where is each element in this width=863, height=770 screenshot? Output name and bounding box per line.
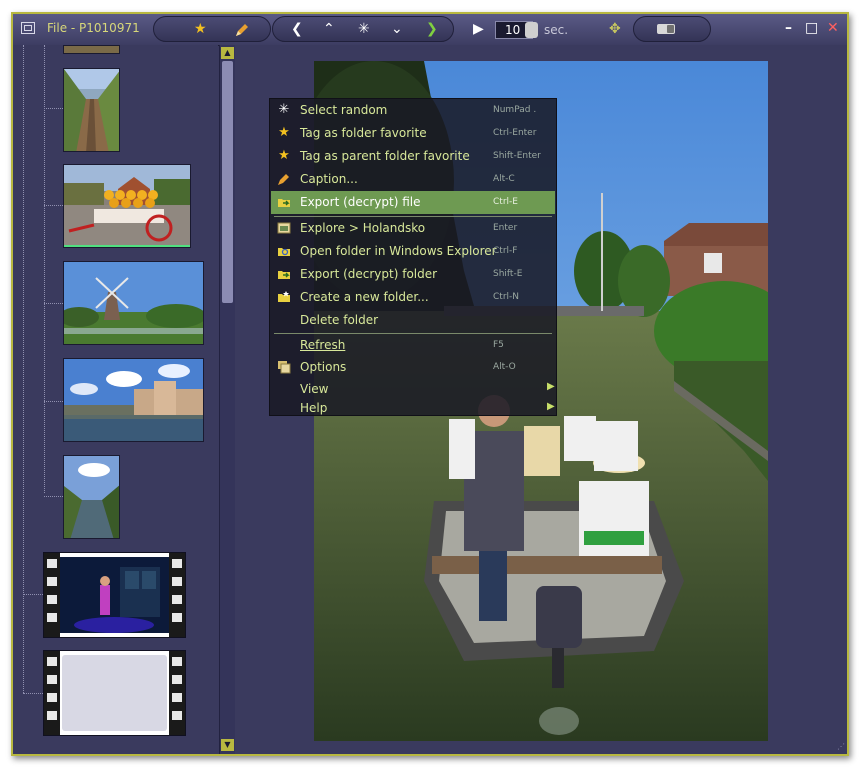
menu-item-label: Caption... — [300, 172, 358, 186]
menu-item-shortcut: Shift-E — [493, 269, 523, 279]
thumbnail-panel[interactable] — [13, 45, 218, 754]
close-button[interactable]: ✕ — [827, 20, 839, 36]
chevron-up-icon[interactable]: ⌃ — [323, 22, 335, 36]
menu-item-label: Create a new folder... — [300, 290, 429, 304]
play-icon[interactable]: ▶ — [473, 22, 484, 36]
menu-item-label: Open folder in Windows Explorer — [300, 244, 497, 258]
move-icon[interactable]: ✥ — [609, 22, 621, 36]
context-menu: ✳ Select random NumPad . ★ Tag as folder… — [269, 98, 557, 416]
options-icon — [277, 360, 291, 374]
menu-item-label: Export (decrypt) file — [300, 195, 421, 209]
folder-export-icon — [277, 195, 291, 209]
video-thumbnail[interactable] — [43, 552, 186, 638]
menu-item-open-in-explorer[interactable]: Open folder in Windows Explorer Ctrl-F — [271, 240, 555, 263]
thumbnail[interactable] — [63, 164, 191, 248]
menu-item-label: Explore > Holandsko — [300, 221, 426, 235]
menu-item-view[interactable]: View ▶ — [271, 378, 555, 401]
maximize-button[interactable]: □ — [805, 20, 818, 36]
menu-item-export-folder[interactable]: Export (decrypt) folder Shift-E — [271, 263, 555, 286]
thumbnail[interactable] — [63, 455, 120, 539]
toolbar-group-navigation: ❮ ⌃ ✳ ⌄ ❯ — [272, 16, 454, 42]
pencil-icon — [277, 172, 291, 186]
folder-new-icon — [277, 290, 291, 304]
menu-item-options[interactable]: Options Alt-O — [271, 356, 555, 379]
menu-item-shortcut: Ctrl-Enter — [493, 128, 537, 138]
menu-item-label: Options — [300, 360, 347, 374]
submenu-arrow-icon: ▶ — [547, 401, 555, 412]
folder-search-icon — [277, 244, 291, 258]
random-icon: ✳ — [278, 102, 290, 117]
tree-line — [23, 594, 43, 595]
pencil-icon[interactable] — [234, 22, 250, 41]
menu-item-tag-folder-favorite[interactable]: ★ Tag as folder favorite Ctrl-Enter — [271, 122, 555, 145]
title-bar: File - P1010971 ★ ❮ ⌃ ✳ ⌄ ❯ ▶ 10 sec. ✥ … — [13, 14, 847, 46]
tree-line — [44, 205, 63, 206]
menu-item-tag-parent-folder-favorite[interactable]: ★ Tag as parent folder favorite Shift-En… — [271, 145, 555, 168]
menu-item-label: Help — [300, 401, 328, 415]
menu-item-export-file[interactable]: Export (decrypt) file Ctrl-E — [271, 191, 555, 214]
menu-item-label: View — [300, 382, 329, 396]
menu-item-shortcut: Ctrl-N — [493, 292, 519, 302]
toolbar-group-tags: ★ — [153, 16, 271, 42]
chevron-down-icon[interactable]: ⌄ — [391, 22, 403, 36]
menu-item-delete-folder[interactable]: Delete folder — [271, 309, 555, 332]
chevron-left-icon[interactable]: ❮ — [291, 22, 303, 36]
chevron-right-icon[interactable]: ❯ — [426, 22, 438, 36]
app-window: File - P1010971 ★ ❮ ⌃ ✳ ⌄ ❯ ▶ 10 sec. ✥ … — [11, 12, 849, 756]
window-title: File - P1010971 — [47, 21, 140, 35]
menu-item-label: Delete folder — [300, 313, 379, 327]
thumbnail[interactable] — [63, 358, 204, 442]
minimize-button[interactable]: – — [785, 20, 792, 36]
thumbnail[interactable] — [63, 45, 120, 54]
scroll-down-arrow-icon[interactable]: ▼ — [221, 739, 234, 751]
menu-item-shortcut: Enter — [493, 223, 518, 233]
menu-item-help[interactable]: Help ▶ — [271, 399, 555, 415]
menu-item-shortcut: Alt-C — [493, 174, 515, 184]
menu-item-shortcut: NumPad . — [493, 105, 537, 115]
menu-item-caption[interactable]: Caption... Alt-C — [271, 168, 555, 191]
tree-line — [44, 108, 63, 109]
menu-item-shortcut: Ctrl-E — [493, 197, 518, 207]
random-icon[interactable]: ✳ — [358, 22, 370, 36]
menu-item-label: Tag as parent folder favorite — [300, 149, 470, 163]
menu-item-label: Tag as folder favorite — [300, 126, 427, 140]
scroll-up-arrow-icon[interactable]: ▲ — [221, 47, 234, 59]
window-icon — [277, 221, 291, 235]
folder-export-icon — [277, 267, 291, 281]
star-icon[interactable]: ★ — [194, 22, 207, 36]
tree-line — [44, 303, 63, 304]
menu-item-create-folder[interactable]: Create a new folder... Ctrl-N — [271, 286, 555, 309]
menu-item-label: Refresh — [300, 338, 346, 352]
thumbnail[interactable] — [63, 261, 204, 345]
menu-item-select-random[interactable]: ✳ Select random NumPad . — [271, 99, 555, 122]
tree-line — [23, 45, 24, 693]
menu-item-label: Export (decrypt) folder — [300, 267, 438, 281]
menu-item-explore[interactable]: Explore > Holandsko Enter — [271, 217, 555, 240]
menu-item-refresh[interactable]: Refresh F5 — [271, 334, 555, 357]
resize-grip-icon[interactable]: ⋰ — [837, 742, 847, 752]
toolbar-group-display — [633, 16, 711, 42]
double-star-icon: ★ — [278, 148, 290, 163]
menu-item-shortcut: Ctrl-F — [493, 246, 518, 256]
tree-line — [23, 693, 43, 694]
app-icon[interactable] — [21, 22, 35, 34]
tree-line — [44, 401, 63, 402]
scrollbar-thumb[interactable] — [222, 61, 233, 303]
seconds-label: sec. — [544, 23, 569, 37]
toggle-icon[interactable] — [656, 22, 676, 39]
tree-line — [44, 496, 63, 497]
menu-item-shortcut: F5 — [493, 340, 504, 350]
menu-item-shortcut: Shift-Enter — [493, 151, 541, 161]
star-icon: ★ — [278, 125, 290, 140]
tree-line — [44, 45, 45, 493]
video-thumbnail[interactable] — [43, 650, 186, 736]
menu-item-label: Select random — [300, 103, 388, 117]
menu-item-shortcut: Alt-O — [493, 362, 516, 372]
submenu-arrow-icon: ▶ — [547, 381, 555, 392]
stepper-icon[interactable] — [525, 22, 538, 38]
thumbnail[interactable] — [63, 68, 120, 152]
